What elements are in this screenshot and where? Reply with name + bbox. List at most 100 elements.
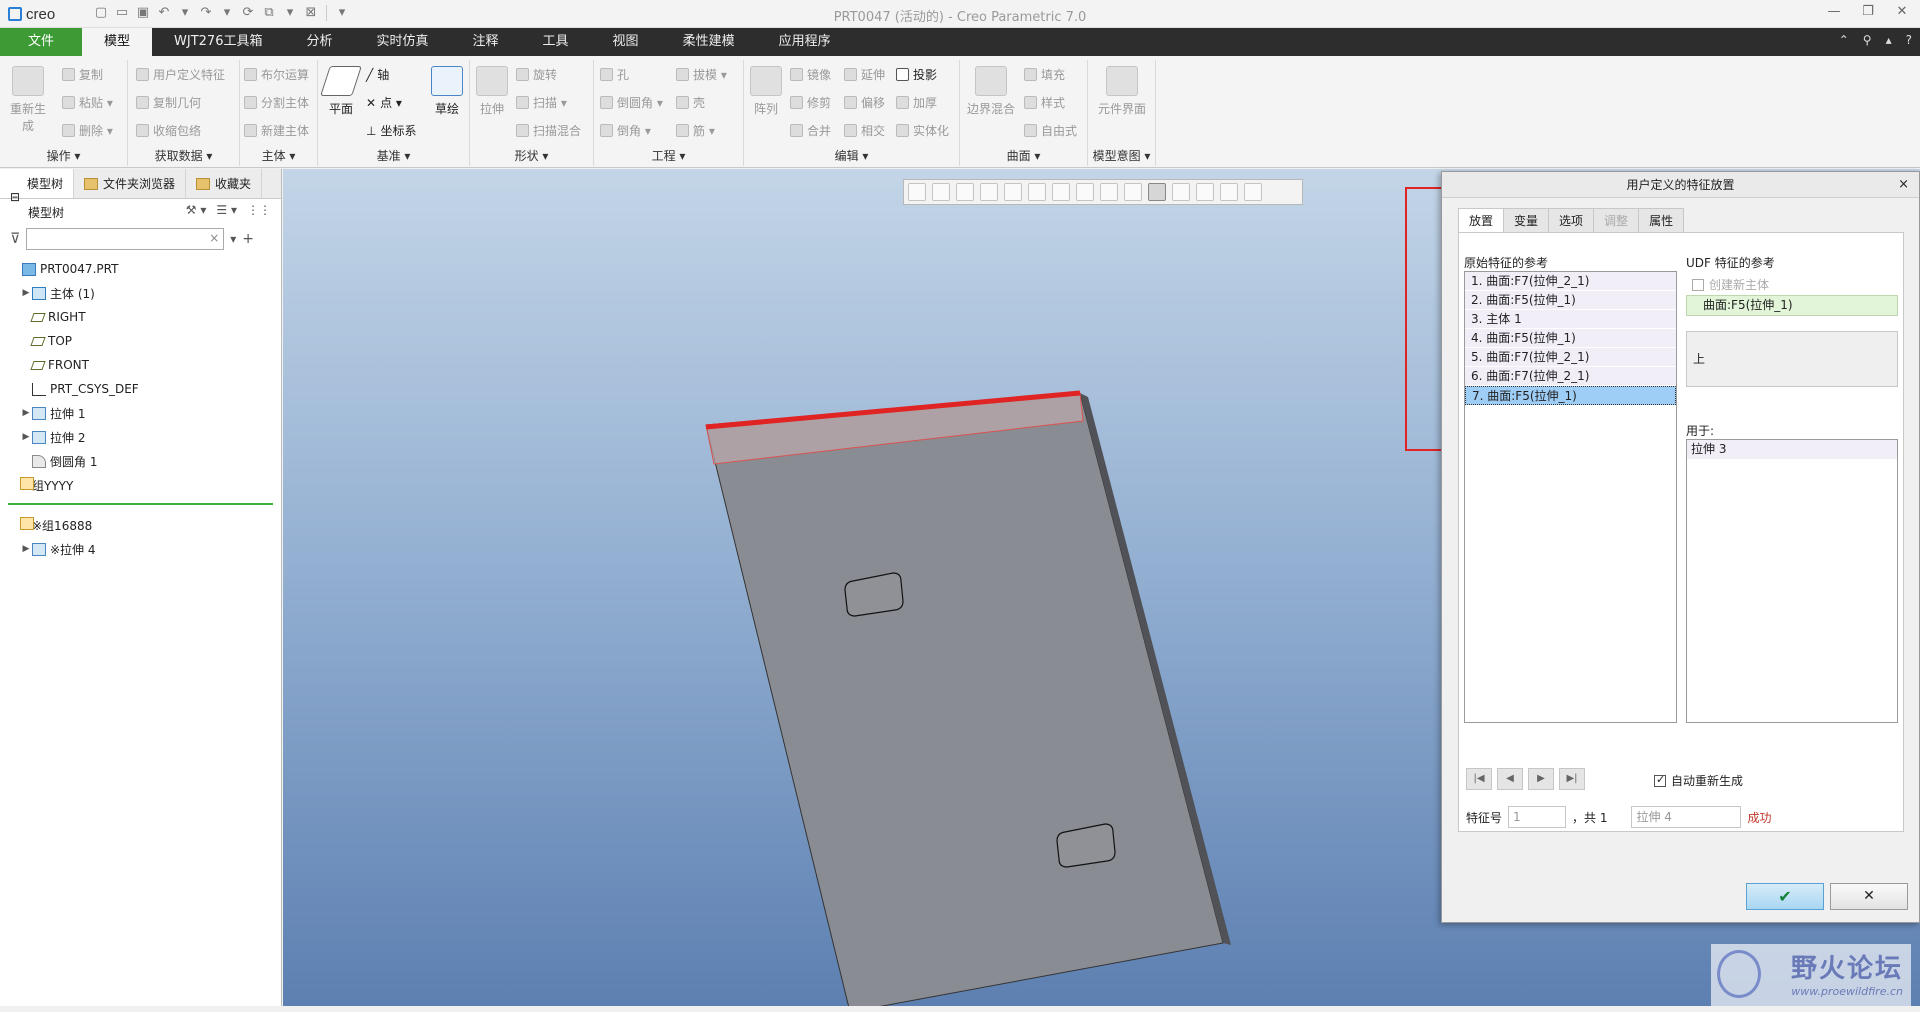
open-file-icon[interactable]: ▭ [113,4,131,22]
tab-options[interactable]: 选项 [1548,208,1595,232]
ok-button[interactable]: ✔ [1746,883,1824,910]
feature-number-field[interactable]: 1 [1508,806,1567,828]
save-icon[interactable]: ▣ [134,4,152,22]
insert-here-marker[interactable] [8,503,273,505]
windows-dropdown-icon[interactable]: ▾ [281,4,299,22]
next-feature-icon[interactable]: ▶ [1528,768,1554,790]
tree-filter-options-icon[interactable]: ⋮⋮ [247,203,271,217]
chamfer-button[interactable]: 倒角 ▾ [600,122,651,139]
used-for-list[interactable]: 拉伸 3 [1686,439,1898,723]
last-feature-icon[interactable]: ▶| [1559,768,1585,790]
first-feature-icon[interactable]: |◀ [1466,768,1492,790]
pattern-button[interactable]: 阵列 [748,66,784,117]
revolve-button[interactable]: 旋转 [516,66,557,83]
minimize-icon[interactable]: — [1826,3,1842,21]
group-label-datum[interactable]: 基准 ▾ [318,147,469,164]
tree-expand-icon[interactable]: ▶ [20,432,32,442]
draft-button[interactable]: 拔模 ▾ [676,66,727,83]
tree-expand-icon[interactable]: ▶ [20,544,32,554]
cancel-button[interactable]: ✕ [1830,883,1908,910]
tree-item[interactable]: PRT0047.PRT [0,257,281,281]
axis-button[interactable]: ╱ 轴 [366,66,389,83]
tab-model-tree[interactable]: ⊟ 模型树 [0,169,75,204]
tab-annotate[interactable]: 注释 [451,28,521,56]
new-body-button[interactable]: 新建主体 [244,122,309,139]
undo-icon[interactable]: ↶ [155,4,173,22]
restore-icon[interactable]: ❐ [1860,3,1876,21]
tree-search-input[interactable]: × [26,228,225,250]
tree-item[interactable]: ▶ 主体 (1) [0,281,281,305]
close-icon[interactable]: ✕ [1894,3,1910,21]
tab-flexible-modeling[interactable]: 柔性建模 [661,28,757,56]
extrude-button[interactable]: 拉伸 [474,66,510,117]
rib-button[interactable]: 筋 ▾ [676,122,715,139]
mirror-button[interactable]: 镜像 [790,66,831,83]
plane-button[interactable]: 平面 [320,66,362,117]
used-for-item[interactable]: 拉伸 3 [1687,440,1897,459]
previous-feature-icon[interactable]: ◀ [1497,768,1523,790]
sweep-button[interactable]: 扫描 ▾ [516,94,567,111]
original-references-list[interactable]: 1. 曲面:F7(拉伸_2_1) 2. 曲面:F5(拉伸_1) 3. 主体 1 4. … [1464,271,1677,723]
new-file-icon[interactable]: ▢ [92,4,110,22]
windows-icon[interactable]: ⧉ [260,4,278,22]
group-label-model-intent[interactable]: 模型意图 ▾ [1088,147,1155,164]
redo-icon[interactable]: ↷ [197,4,215,22]
group-label-engineering[interactable]: 工程 ▾ [594,147,743,164]
tree-item[interactable]: FRONT [0,353,281,377]
trim-button[interactable]: 修剪 [790,94,831,111]
delete-button[interactable]: 删除 ▾ [62,122,113,139]
csys-button[interactable]: ⊥ 坐标系 [366,122,416,139]
solidify-button[interactable]: 实体化 [896,122,949,139]
tree-item[interactable]: ▶ 拉伸 2 [0,425,281,449]
tab-view[interactable]: 视图 [591,28,661,56]
split-body-button[interactable]: 分割主体 [244,94,309,111]
feature-name-field[interactable]: 拉伸 4 [1631,806,1742,828]
reference-item[interactable]: 4. 曲面:F5(拉伸_1) [1465,329,1676,348]
tree-item[interactable]: ▶组YYYY [0,473,281,497]
group-label-operations[interactable]: 操作 ▾ [0,147,127,164]
reference-item[interactable]: 6. 曲面:F7(拉伸_2_1) [1465,367,1676,386]
search-help-icon[interactable]: ⚲ [1863,33,1872,47]
tab-analysis[interactable]: 分析 [284,28,354,56]
dialog-close-icon[interactable]: × [1898,172,1909,198]
style-button[interactable]: 样式 [1024,94,1065,111]
component-interface-button[interactable]: 元件界面 [1092,66,1152,117]
reference-item[interactable]: 5. 曲面:F7(拉伸_2_1) [1465,348,1676,367]
thicken-button[interactable]: 加厚 [896,94,937,111]
paste-button[interactable]: 粘贴 ▾ [62,94,113,111]
copy-button[interactable]: 复制 [62,66,103,83]
direction-box[interactable]: 上 [1686,331,1898,387]
udf-reference-field[interactable]: 曲面:F5(拉伸_1) [1686,295,1898,316]
clear-search-icon[interactable]: × [209,231,219,245]
hole-button[interactable]: 孔 [600,66,629,83]
swept-blend-button[interactable]: 扫描混合 [516,122,581,139]
reference-item[interactable]: 3. 主体 1 [1465,310,1676,329]
copy-geometry-button[interactable]: 复制几何 [136,94,201,111]
tab-file[interactable]: 文件 [0,28,83,56]
regenerate-button[interactable]: 重新生成 [6,66,50,134]
reference-item[interactable]: 7. 曲面:F5(拉伸_1) [1465,386,1676,405]
round-button[interactable]: 倒圆角 ▾ [600,94,663,111]
add-filter-icon[interactable]: + [242,231,254,247]
help-icon[interactable]: ? [1906,33,1912,47]
merge-button[interactable]: 合并 [790,122,831,139]
boolean-button[interactable]: 布尔运算 [244,66,309,83]
freestyle-button[interactable]: 自由式 [1024,122,1077,139]
tree-expand-icon[interactable]: ▶ [20,288,32,298]
tab-folder-browser[interactable]: 文件夹浏览器 [74,169,187,198]
reference-item[interactable]: 1. 曲面:F7(拉伸_2_1) [1465,272,1676,291]
tree-item[interactable]: PRT_CSYS_DEF [0,377,281,401]
regenerate-icon[interactable]: ⟳ [239,4,257,22]
tab-variables[interactable]: 变量 [1503,208,1550,232]
extend-button[interactable]: 延伸 [844,66,885,83]
tab-applications[interactable]: 应用程序 [757,28,853,56]
create-new-body-checkbox[interactable]: 创建新主体 [1692,276,1769,293]
shrinkwrap-button[interactable]: 收缩包络 [136,122,201,139]
offset-button[interactable]: 偏移 [844,94,885,111]
group-label-body[interactable]: 主体 ▾ [240,147,317,164]
tree-item[interactable]: RIGHT [0,305,281,329]
collapse-ribbon-icon[interactable]: ⌃ [1839,33,1849,47]
tree-item[interactable]: ▶ 拉伸 1 [0,401,281,425]
filter-dropdown-icon[interactable]: ▾ [230,232,236,246]
tab-tools[interactable]: 工具 [521,28,591,56]
